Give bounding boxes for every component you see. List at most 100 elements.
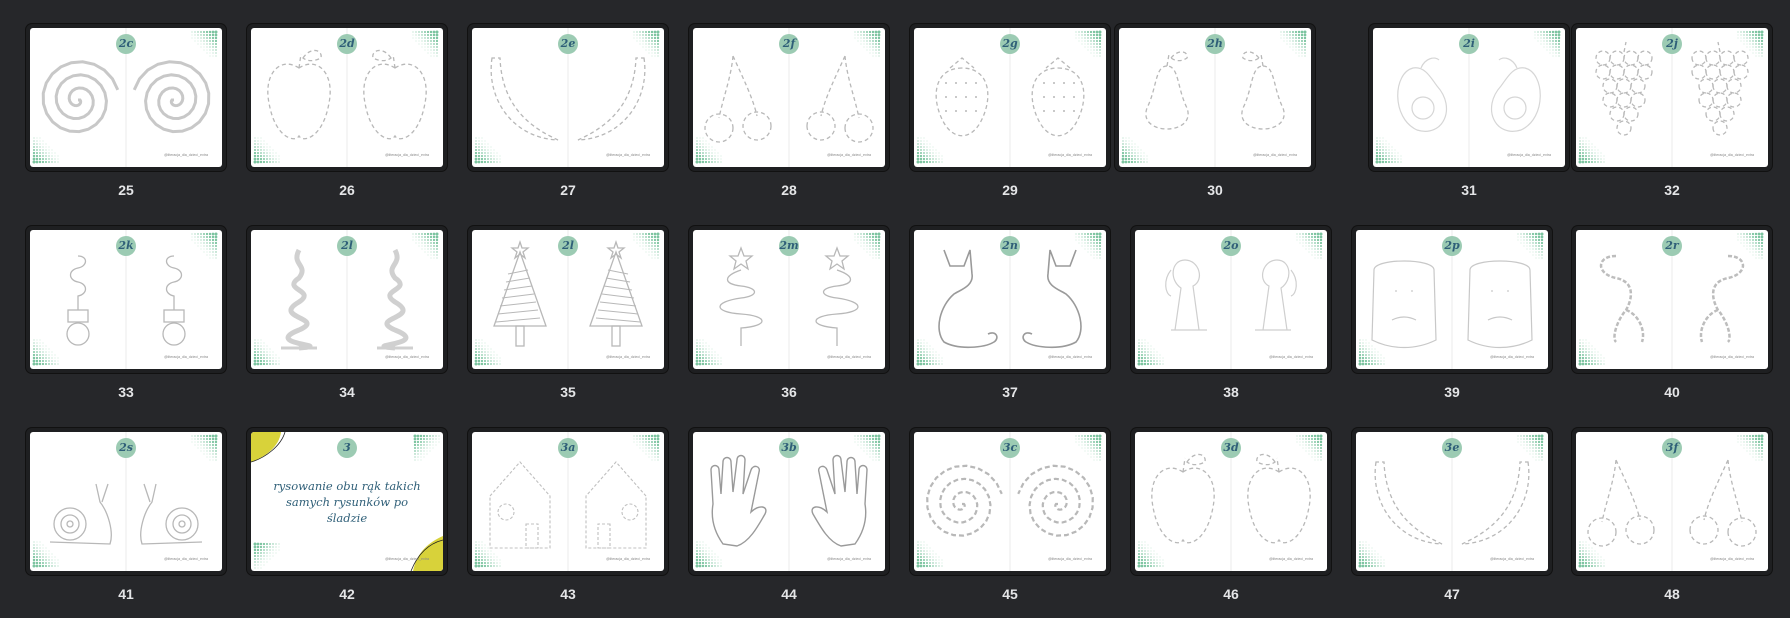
author-handle: @literacja_dla_dzieci_extra xyxy=(384,557,429,561)
author-handle: @literacja_dla_dzieci_extra xyxy=(163,557,208,561)
page-badge: 2o xyxy=(1221,236,1241,256)
page-preview: 3e @literacja_dla_dzieci_extra xyxy=(1356,432,1548,571)
page-badge: 3c xyxy=(1000,438,1020,458)
author-handle: @literacja_dla_dzieci_extra xyxy=(1709,355,1754,359)
page-thumbnail[interactable]: 2h @literacja_dla_dzieci_extra xyxy=(1115,24,1315,171)
page-number-label: 29 xyxy=(1002,182,1018,198)
page-badge: 3e xyxy=(1442,438,1462,458)
page-number-label: 26 xyxy=(339,182,355,198)
page-thumbnail[interactable]: 2d @literacja_dla_dzieci_extra xyxy=(247,24,447,171)
page-number-label: 41 xyxy=(118,586,134,602)
page-number-label: 46 xyxy=(1223,586,1239,602)
page-number-label: 35 xyxy=(560,384,576,400)
page-badge: 2s xyxy=(116,438,136,458)
page-preview: 2d @literacja_dla_dzieci_extra xyxy=(251,28,443,167)
page-thumbnail[interactable]: 2m @literacja_dla_dzieci_extra xyxy=(689,226,889,373)
page-badge: 2l xyxy=(558,236,578,256)
page-number-label: 48 xyxy=(1664,586,1680,602)
author-handle: @literacja_dla_dzieci_extra xyxy=(1709,153,1754,157)
page-number-label: 40 xyxy=(1664,384,1680,400)
page-badge: 2j xyxy=(1662,34,1682,54)
page-badge: 2h xyxy=(1205,34,1225,54)
page-thumbnail[interactable]: 3f @literacja_dla_dzieci_extra xyxy=(1572,428,1772,575)
author-handle: @literacja_dla_dzieci_extra xyxy=(1268,355,1313,359)
page-preview: 3c @literacja_dla_dzieci_extra xyxy=(914,432,1106,571)
page-number-label: 33 xyxy=(118,384,134,400)
page-preview: 2l @literacja_dla_dzieci_extra xyxy=(472,230,664,369)
page-preview: 2f @literacja_dla_dzieci_extra xyxy=(693,28,885,167)
page-number-label: 47 xyxy=(1444,586,1460,602)
author-handle: @literacja_dla_dzieci_extra xyxy=(384,153,429,157)
page-thumbnail[interactable]: 2k @literacja_dla_dzieci_extra xyxy=(26,226,226,373)
page-badge: 3 xyxy=(337,438,357,458)
page-thumbnail[interactable]: 2c @literacja_dla_dzieci_extra xyxy=(26,24,226,171)
page-badge: 2r xyxy=(1662,236,1682,256)
page-thumbnail[interactable]: 3c @literacja_dla_dzieci_extra xyxy=(910,428,1110,575)
page-thumbnail[interactable]: 3e @literacja_dla_dzieci_extra xyxy=(1352,428,1552,575)
page-badge: 2p xyxy=(1442,236,1462,256)
page-preview: 2l @literacja_dla_dzieci_extra xyxy=(251,230,443,369)
page-preview: 2s @literacja_dla_dzieci_extra xyxy=(30,432,222,571)
page-thumbnail[interactable]: 2l @literacja_dla_dzieci_extra xyxy=(468,226,668,373)
page-number-label: 31 xyxy=(1461,182,1477,198)
author-handle: @literacja_dla_dzieci_extra xyxy=(826,557,871,561)
page-number-label: 25 xyxy=(118,182,134,198)
page-thumbnail[interactable]: 2j @literacja_dla_dzieci_extra xyxy=(1572,24,1772,171)
page-preview: 3 rysowanie obu rąk takich samych rysunkó… xyxy=(251,432,443,571)
page-badge: 2f xyxy=(779,34,799,54)
page-number-label: 39 xyxy=(1444,384,1460,400)
page-thumbnail[interactable]: 2f @literacja_dla_dzieci_extra xyxy=(689,24,889,171)
page-preview: 2m @literacja_dla_dzieci_extra xyxy=(693,230,885,369)
page-number-label: 43 xyxy=(560,586,576,602)
page-preview: 2i @literacja_dla_dzieci_extra xyxy=(1373,28,1565,167)
page-number-label: 37 xyxy=(1002,384,1018,400)
page-preview: 3b @literacja_dla_dzieci_extra xyxy=(693,432,885,571)
author-handle: @literacja_dla_dzieci_extra xyxy=(1709,557,1754,561)
page-badge: 2n xyxy=(1000,236,1020,256)
page-badge: 2k xyxy=(116,236,136,256)
page-preview: 2o @literacja_dla_dzieci_extra xyxy=(1135,230,1327,369)
author-handle: @literacja_dla_dzieci_extra xyxy=(1047,153,1092,157)
page-preview: 3d @literacja_dla_dzieci_extra xyxy=(1135,432,1327,571)
page-number-label: 32 xyxy=(1664,182,1680,198)
page-badge: 2e xyxy=(558,34,578,54)
page-thumbnail[interactable]: 2e @literacja_dla_dzieci_extra xyxy=(468,24,668,171)
page-thumbnail[interactable]: 2o @literacja_dla_dzieci_extra xyxy=(1131,226,1331,373)
page-preview: 2g @literacja_dla_dzieci_extra xyxy=(914,28,1106,167)
page-thumbnail[interactable]: 2i @literacja_dla_dzieci_extra xyxy=(1369,24,1569,171)
page-thumbnail[interactable]: 3b @literacja_dla_dzieci_extra xyxy=(689,428,889,575)
page-preview: 2p @literacja_dla_dzieci_extra xyxy=(1356,230,1548,369)
page-thumbnail[interactable]: 2n @literacja_dla_dzieci_extra xyxy=(910,226,1110,373)
author-handle: @literacja_dla_dzieci_extra xyxy=(605,153,650,157)
page-badge: 2d xyxy=(337,34,357,54)
page-thumbnail[interactable]: 2r @literacja_dla_dzieci_extra xyxy=(1572,226,1772,373)
author-handle: @literacja_dla_dzieci_extra xyxy=(1047,557,1092,561)
author-handle: @literacja_dla_dzieci_extra xyxy=(605,355,650,359)
page-thumbnail[interactable]: 2l @literacja_dla_dzieci_extra xyxy=(247,226,447,373)
page-number-label: 30 xyxy=(1207,182,1223,198)
page-thumbnail[interactable]: 2p @literacja_dla_dzieci_extra xyxy=(1352,226,1552,373)
page-grid: { "app": { "view": "page thumbnail grid"… xyxy=(0,0,1790,618)
author-handle: @literacja_dla_dzieci_extra xyxy=(1252,153,1297,157)
author-handle: @literacja_dla_dzieci_extra xyxy=(163,355,208,359)
page-thumbnail[interactable]: 2g @literacja_dla_dzieci_extra xyxy=(910,24,1110,171)
page-preview: 2e @literacja_dla_dzieci_extra xyxy=(472,28,664,167)
page-number-label: 34 xyxy=(339,384,355,400)
page-badge: 3b xyxy=(779,438,799,458)
page-preview: 3f @literacja_dla_dzieci_extra xyxy=(1576,432,1768,571)
page-thumbnail[interactable]: 3a @literacja_dla_dzieci_extra xyxy=(468,428,668,575)
author-handle: @literacja_dla_dzieci_extra xyxy=(1489,557,1534,561)
author-handle: @literacja_dla_dzieci_extra xyxy=(1506,153,1551,157)
author-handle: @literacja_dla_dzieci_extra xyxy=(826,355,871,359)
page-number-label: 27 xyxy=(560,182,576,198)
author-handle: @literacja_dla_dzieci_extra xyxy=(163,153,208,157)
page-preview: 2k @literacja_dla_dzieci_extra xyxy=(30,230,222,369)
page-number-label: 44 xyxy=(781,586,797,602)
page-number-label: 42 xyxy=(339,586,355,602)
page-thumbnail[interactable]: 2s @literacja_dla_dzieci_extra xyxy=(26,428,226,575)
page-thumbnail[interactable]: 3d @literacja_dla_dzieci_extra xyxy=(1131,428,1331,575)
page-preview: 2r @literacja_dla_dzieci_extra xyxy=(1576,230,1768,369)
page-thumbnail[interactable]: 3 rysowanie obu rąk takich samych rysunkó… xyxy=(247,428,447,575)
page-badge: 2g xyxy=(1000,34,1020,54)
page-number-label: 28 xyxy=(781,182,797,198)
